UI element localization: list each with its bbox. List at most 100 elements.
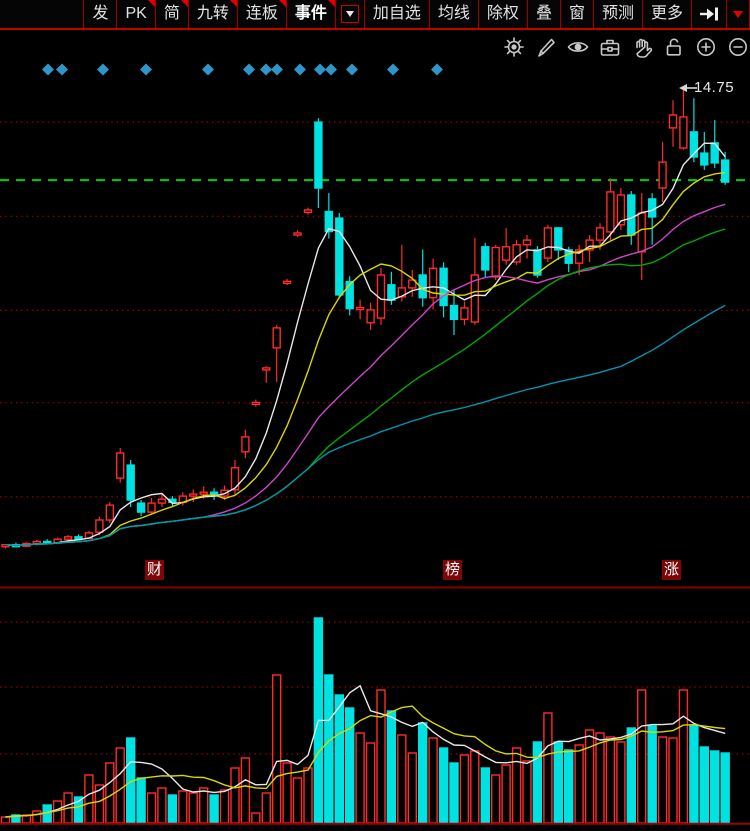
toolbar-button-pk[interactable]: PK xyxy=(117,0,155,28)
volume-bar xyxy=(398,735,406,823)
candle-body xyxy=(294,233,301,235)
candle-body xyxy=(544,228,551,258)
volume-bar xyxy=(200,788,208,823)
signal-diamond-icon xyxy=(431,64,443,76)
signal-diamond-icon xyxy=(42,64,54,76)
candle-body xyxy=(388,285,395,300)
volume-bar xyxy=(679,690,687,823)
volume-bar xyxy=(429,738,437,823)
candle-body xyxy=(336,218,343,295)
volume-bar xyxy=(356,733,364,823)
candle-body xyxy=(524,240,531,245)
volume-bar xyxy=(481,768,489,823)
toolbar-buttons: 发 PK 简九转连板事件 加自选均线除权叠窗预测更多 xyxy=(84,0,692,28)
candle-body xyxy=(492,248,499,277)
toolbar-button-more[interactable]: 更多 xyxy=(643,0,692,28)
toolbar-dropdown-icon[interactable] xyxy=(727,0,750,28)
toolbar-button-add-watchlist[interactable]: 加自选 xyxy=(365,0,430,28)
candle-body xyxy=(65,537,72,539)
volume-bar xyxy=(523,761,531,823)
new-feature-badge xyxy=(328,0,335,7)
candle-body xyxy=(638,213,645,252)
candlestick-chart[interactable] xyxy=(0,30,750,831)
watermark-char: 财 xyxy=(145,560,164,580)
candle-body xyxy=(200,492,207,494)
signal-diamond-icon xyxy=(387,64,399,76)
toolbar-button-label: 叠 xyxy=(536,0,552,28)
signal-diamond-icon xyxy=(294,64,306,76)
volume-bar xyxy=(648,726,656,823)
volume-bar xyxy=(325,675,333,823)
candle-body xyxy=(346,282,353,309)
toolbar-spacer xyxy=(0,0,84,28)
new-feature-badge xyxy=(181,0,188,7)
volume-bar xyxy=(241,758,249,823)
volume-bar xyxy=(335,695,343,823)
volume-bar xyxy=(106,763,114,823)
toolbar-button-label: PK xyxy=(125,0,146,28)
toolbar-button-events[interactable]: 事件 xyxy=(287,0,336,28)
candle-body xyxy=(138,503,145,512)
signal-diamond-icon xyxy=(314,64,326,76)
candle-body xyxy=(232,468,239,490)
candle-body xyxy=(305,210,312,212)
volume-bar xyxy=(148,793,156,823)
volume-bar xyxy=(221,790,229,823)
volume-bar xyxy=(367,743,375,823)
candle-body xyxy=(597,228,604,240)
volume-bar xyxy=(440,748,448,823)
volume-bar xyxy=(721,753,729,823)
volume-bar xyxy=(137,778,145,823)
volume-bar xyxy=(627,728,635,823)
new-feature-badge xyxy=(230,0,237,7)
watermark-char: 涨 xyxy=(662,560,681,580)
volume-bar xyxy=(304,768,312,823)
volume-bar xyxy=(502,765,510,823)
signal-diamond-icon xyxy=(140,64,152,76)
volume-bar xyxy=(606,737,614,823)
volume-bar xyxy=(419,723,427,823)
toolbar-button-limit-streak[interactable]: 连板 xyxy=(238,0,287,28)
jump-to-latest-icon[interactable] xyxy=(692,0,727,28)
candle-body xyxy=(117,453,124,478)
volume-bar xyxy=(700,747,708,823)
toolbar-button-nine-turn[interactable]: 九转 xyxy=(189,0,238,28)
candle-body xyxy=(607,192,614,232)
toolbar-button-window[interactable]: 窗 xyxy=(561,0,594,28)
toolbar-button-ex-rights[interactable]: 除权 xyxy=(479,0,528,28)
volume-bar xyxy=(346,708,354,823)
volume-bar xyxy=(116,748,124,823)
signal-diamond-icon xyxy=(260,64,272,76)
volume-bar xyxy=(669,738,677,823)
toolbar-button-overlay[interactable]: 叠 xyxy=(528,0,561,28)
toolbar-button-publish[interactable]: 发 xyxy=(84,0,117,28)
price-ma20-line xyxy=(6,204,726,545)
toolbar-button-simplified[interactable]: 简 xyxy=(156,0,189,28)
volume-bar xyxy=(638,690,646,823)
volume-bar xyxy=(690,726,698,823)
volume-bar xyxy=(575,745,583,823)
candle-body xyxy=(649,199,656,217)
candle-body xyxy=(440,268,447,305)
volume-bar xyxy=(377,690,385,823)
toolbar-button-label: 更多 xyxy=(651,0,683,28)
volume-bar xyxy=(85,775,93,823)
toolbar-button-events-dropdown[interactable] xyxy=(336,0,365,28)
volume-bar xyxy=(617,742,625,823)
signal-diamond-icon xyxy=(243,64,255,76)
candle-body xyxy=(315,122,322,188)
stock-chart-window: 发PK简九转连板事件加自选均线除权叠窗预测更多 14.75 财榜涨 xyxy=(0,0,750,831)
toolbar-button-forecast[interactable]: 预测 xyxy=(594,0,643,28)
volume-bar xyxy=(231,768,239,823)
candle-body xyxy=(357,308,364,310)
toolbar-button-label: 除权 xyxy=(487,0,519,28)
new-feature-badge xyxy=(148,0,155,7)
toolbar-button-label: 发 xyxy=(92,0,108,28)
candle-body xyxy=(190,494,197,496)
signal-diamond-icon xyxy=(325,64,337,76)
volume-bar xyxy=(460,755,468,823)
toolbar-button-ma-settings[interactable]: 均线 xyxy=(430,0,479,28)
price-ma30-line xyxy=(6,229,726,546)
candle-body xyxy=(482,247,489,270)
high-price-label: 14.75 xyxy=(694,79,734,96)
